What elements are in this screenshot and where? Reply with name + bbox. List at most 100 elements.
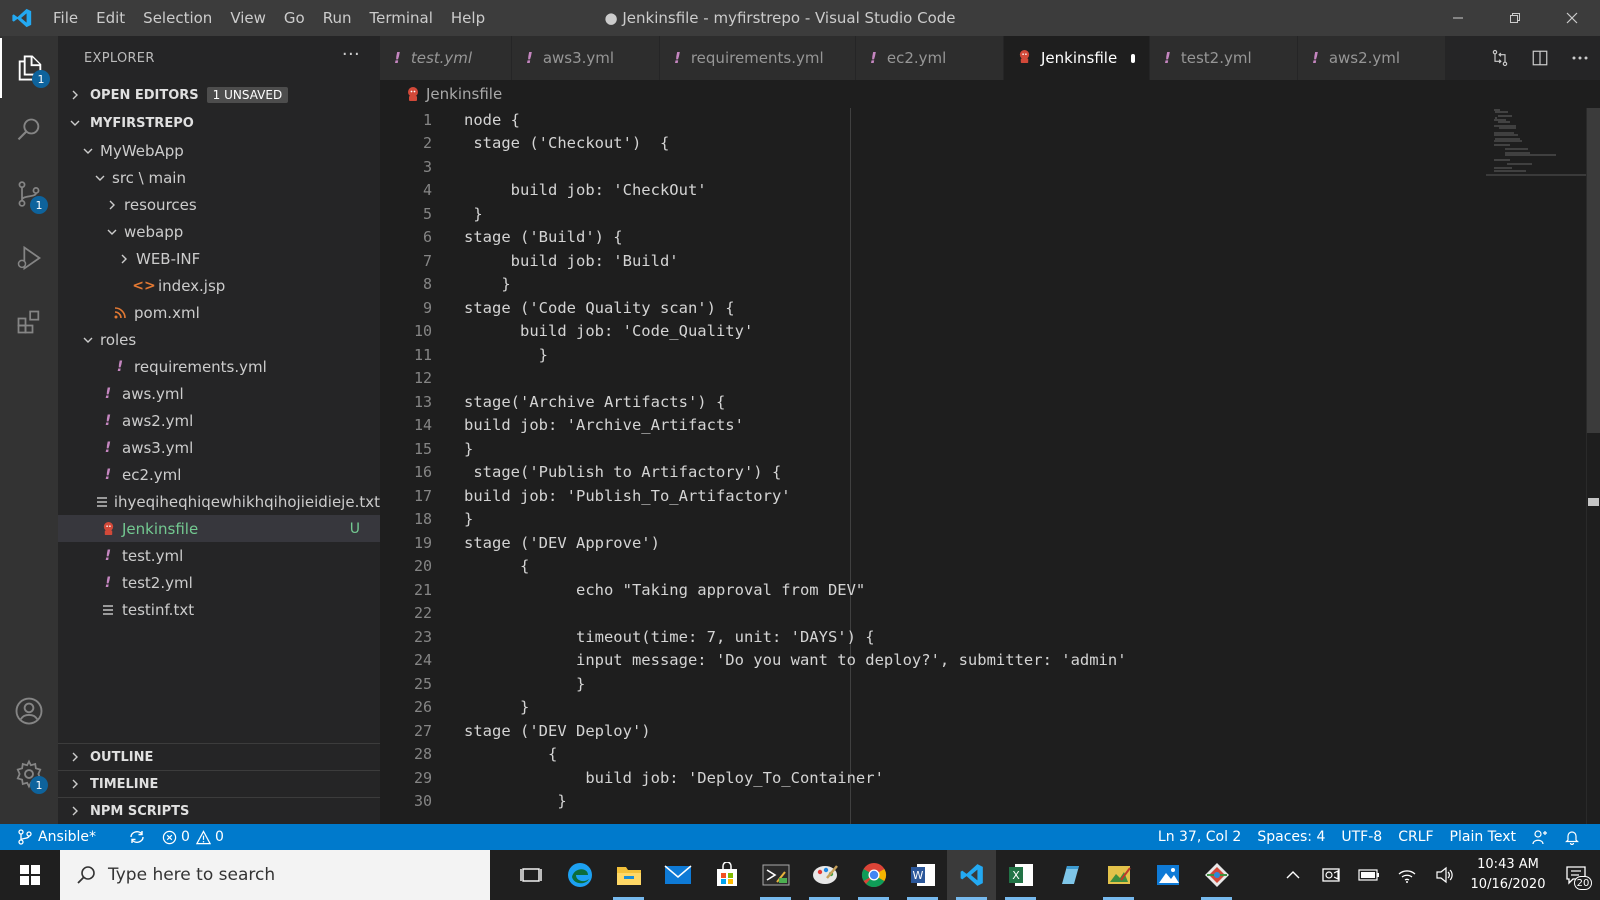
timeline-section[interactable]: TIMELINE (58, 770, 380, 797)
tree-item[interactable]: pom.xml (58, 299, 380, 326)
tree-item[interactable]: ! test2.yml (58, 569, 380, 596)
tree-item[interactable]: Jenkinsfile U (58, 515, 380, 542)
menu-view[interactable]: View (221, 0, 275, 36)
volume-icon[interactable] (1426, 866, 1464, 884)
tree-item[interactable]: WEB-INF (58, 245, 380, 272)
editor-tab[interactable]: ! aws2.yml (1298, 36, 1446, 80)
line-ending[interactable]: CRLF (1398, 829, 1433, 845)
split-editor-icon[interactable] (1520, 49, 1560, 67)
git-tool-icon[interactable] (1192, 850, 1241, 900)
close-icon[interactable] (1543, 0, 1600, 36)
indentation[interactable]: Spaces: 4 (1257, 829, 1325, 845)
tree-item[interactable]: ! requirements.yml (58, 353, 380, 380)
taskbar-search[interactable]: Type here to search (60, 850, 490, 900)
menu-file[interactable]: File (44, 0, 87, 36)
menu-edit[interactable]: Edit (87, 0, 134, 36)
minimap[interactable] (1486, 108, 1586, 178)
battery-icon[interactable] (1350, 869, 1388, 881)
meet-now-icon[interactable] (1312, 866, 1350, 884)
manage-activity[interactable]: 1 (0, 744, 58, 804)
language-mode[interactable]: Plain Text (1450, 829, 1516, 845)
tree-item[interactable]: roles (58, 326, 380, 353)
explorer-title: EXPLORER (84, 51, 155, 66)
search-activity[interactable] (0, 100, 58, 160)
chrome-icon[interactable] (849, 850, 898, 900)
tree-item[interactable]: testinf.txt (58, 596, 380, 623)
bell-icon[interactable] (1564, 829, 1580, 845)
tab-label: aws3.yml (542, 49, 615, 67)
editor-tab[interactable]: ! aws3.yml (512, 36, 660, 80)
menu-go[interactable]: Go (275, 0, 314, 36)
code-text: { (464, 745, 558, 764)
tree-item-label: WEB-INF (136, 249, 201, 268)
word-icon[interactable]: W (898, 850, 947, 900)
tree-item[interactable]: <> index.jsp (58, 272, 380, 299)
scrollbar-thumb[interactable] (1587, 108, 1600, 433)
notification-center-icon[interactable]: 20 (1552, 850, 1600, 900)
breadcrumb-file[interactable]: Jenkinsfile (426, 85, 502, 103)
open-editors-section[interactable]: OPEN EDITORS 1 UNSAVED (58, 81, 380, 109)
editor-tab[interactable]: Jenkinsfile (1004, 36, 1150, 80)
menu-run[interactable]: Run (314, 0, 361, 36)
tree-item[interactable]: ! aws2.yml (58, 407, 380, 434)
code-editor[interactable]: 1 node {2 stage ('Checkout') {3 4 build jo… (380, 108, 1470, 824)
tree-item[interactable]: src \ main (58, 164, 380, 191)
branch-status[interactable]: Ansible* (18, 829, 112, 845)
store-icon[interactable] (702, 850, 751, 900)
activity-bar: 1 1 1 (0, 36, 58, 824)
explorer-header: EXPLORER ··· (58, 36, 380, 81)
tree-item[interactable]: ! aws.yml (58, 380, 380, 407)
paint-icon[interactable] (800, 850, 849, 900)
editor-tab[interactable]: ! ec2.yml (856, 36, 1004, 80)
tree-item[interactable]: webapp (58, 218, 380, 245)
editor-tab[interactable]: ! test.yml (380, 36, 512, 80)
file-explorer-icon[interactable] (604, 850, 653, 900)
source-control-activity[interactable]: 1 (0, 164, 58, 224)
vscode-taskbar-icon[interactable] (947, 850, 996, 900)
task-view-icon[interactable] (506, 850, 555, 900)
more-actions-icon[interactable]: ··· (342, 44, 360, 65)
tree-item[interactable]: ! test.yml (58, 542, 380, 569)
tree-item-label: ihyeqiheqhiqewhikhqihojieidieje.txt (113, 492, 380, 511)
extensions-activity[interactable] (0, 292, 58, 352)
editor-tab[interactable]: ! test2.yml (1150, 36, 1298, 80)
menu-selection[interactable]: Selection (134, 0, 221, 36)
windows-start-icon[interactable] (0, 850, 60, 900)
text-file-icon (96, 496, 108, 508)
taskbar-clock[interactable]: 10:43 AM 10/16/2020 (1464, 855, 1552, 895)
photos-icon[interactable] (1143, 850, 1192, 900)
more-editor-actions-icon[interactable] (1560, 55, 1600, 61)
image-editor-icon[interactable] (1094, 850, 1143, 900)
tree-item[interactable]: resources (58, 191, 380, 218)
edge-browser-icon[interactable] (555, 850, 604, 900)
repo-section[interactable]: MYFIRSTREPO (58, 109, 380, 137)
feedback-icon[interactable] (1532, 829, 1548, 845)
menu-terminal[interactable]: Terminal (361, 0, 442, 36)
wifi-icon[interactable] (1388, 866, 1426, 884)
run-debug-activity[interactable] (0, 228, 58, 288)
problems-status[interactable]: 0 0 (162, 829, 240, 845)
encoding[interactable]: UTF-8 (1341, 829, 1382, 845)
tree-item[interactable]: ! aws3.yml (58, 434, 380, 461)
cursor-position[interactable]: Ln 37, Col 2 (1158, 829, 1241, 845)
npm-scripts-section[interactable]: NPM SCRIPTS (58, 797, 380, 824)
tree-item[interactable]: ! ec2.yml (58, 461, 380, 488)
tree-item[interactable]: ihyeqiheqhiqewhikhqihojieidieje.txt (58, 488, 380, 515)
outline-section[interactable]: OUTLINE (58, 743, 380, 770)
editor-tab[interactable]: ! requirements.yml (660, 36, 856, 80)
chevron-up-icon[interactable] (1274, 870, 1312, 880)
code-text: stage ('Build') { (464, 228, 623, 247)
menu-help[interactable]: Help (442, 0, 494, 36)
explorer-activity[interactable]: 1 (0, 38, 58, 98)
unsaved-dot-icon[interactable] (1131, 53, 1135, 63)
notepad-icon[interactable] (1045, 850, 1094, 900)
minimize-icon[interactable] (1429, 0, 1486, 36)
mail-icon[interactable] (653, 850, 702, 900)
accounts-activity[interactable] (0, 681, 58, 741)
restore-icon[interactable] (1486, 0, 1543, 36)
tree-item[interactable]: MyWebApp (58, 137, 380, 164)
compare-changes-icon[interactable] (1480, 48, 1520, 68)
sync-icon[interactable] (128, 829, 146, 845)
excel-icon[interactable]: X (996, 850, 1045, 900)
snipping-tool-icon[interactable] (751, 850, 800, 900)
